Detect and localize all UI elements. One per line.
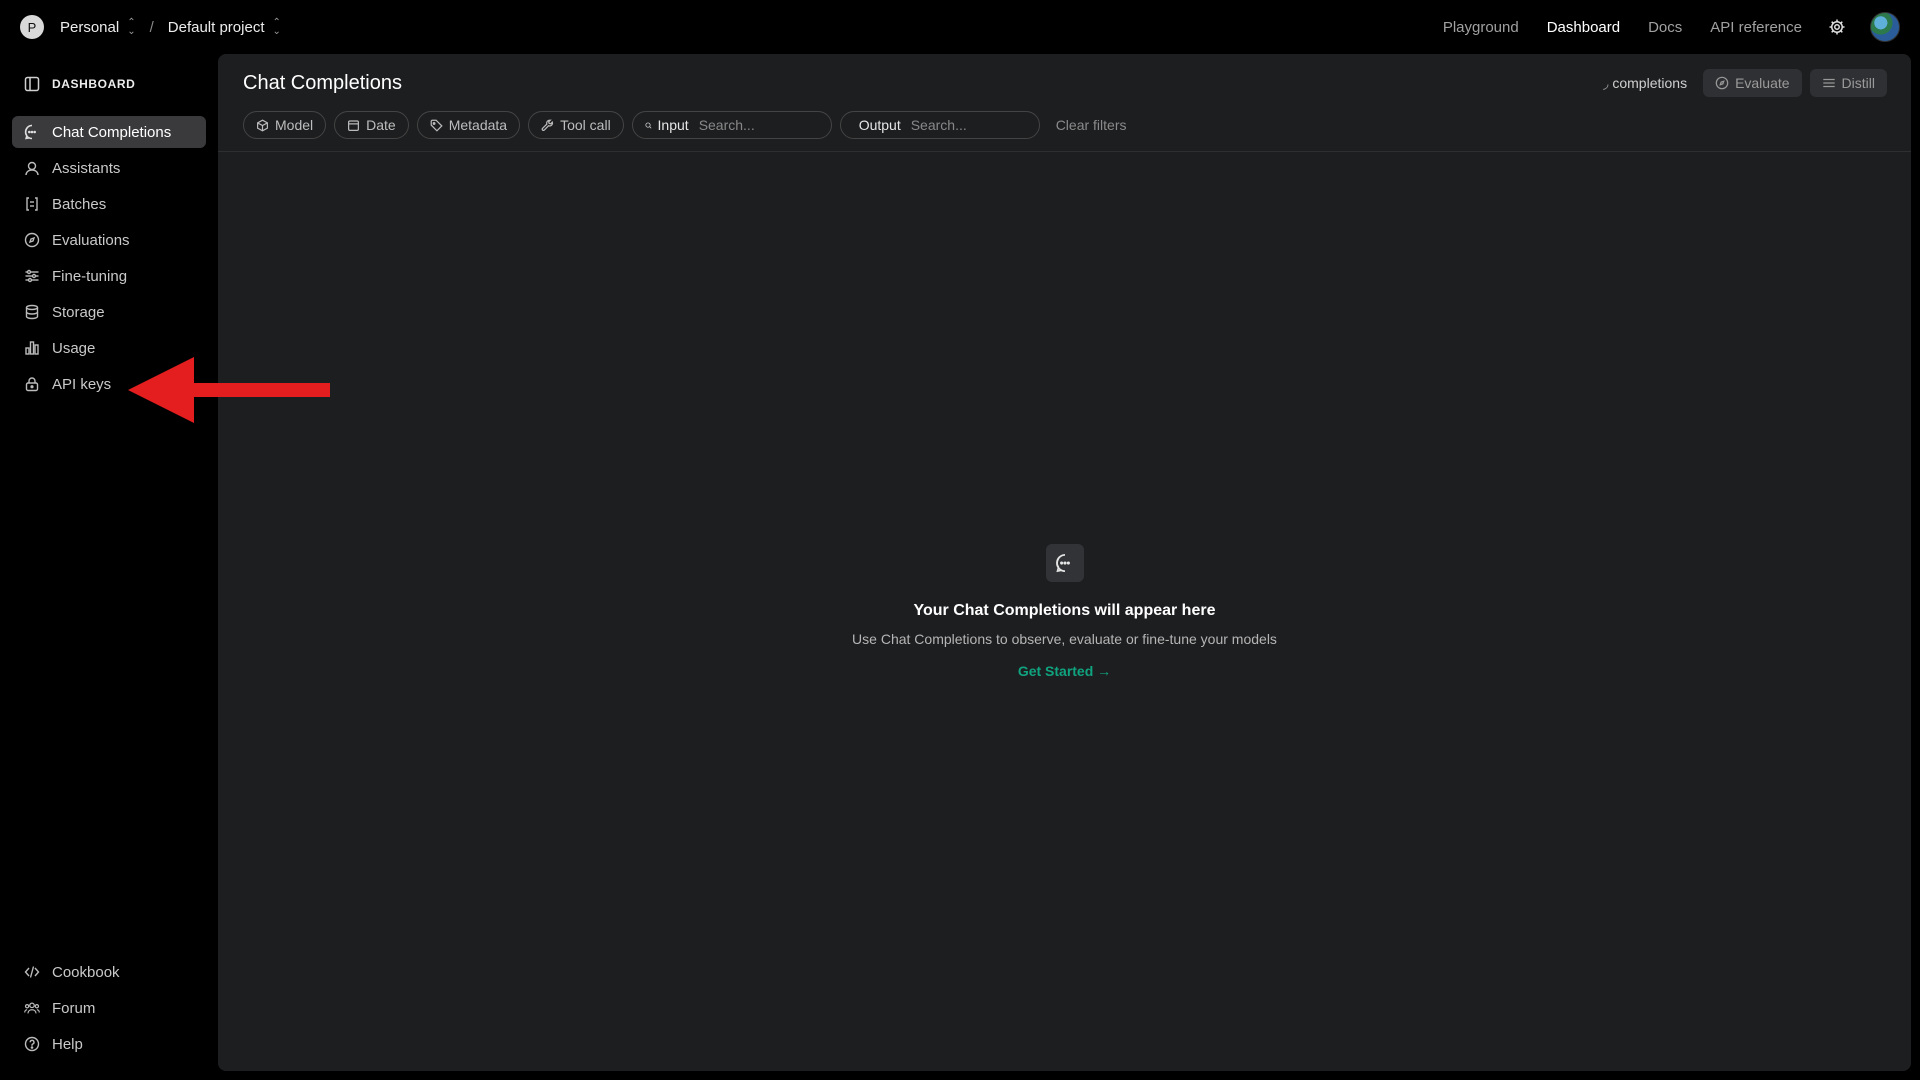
output-search[interactable]: Output — [839, 111, 1040, 139]
project-switcher[interactable]: Default project ⌃ ⌄ — [167, 17, 281, 37]
sidebar-item-storage[interactable]: Storage — [12, 296, 206, 328]
filter-label: Metadata — [448, 117, 508, 133]
evaluations-icon — [24, 232, 40, 248]
completions-label: completions — [1612, 74, 1688, 91]
sidebar-item-label: Forum — [52, 999, 96, 1017]
cube-icon — [257, 119, 268, 131]
breadcrumb-separator: / — [149, 18, 154, 36]
filter-tool-call[interactable]: Tool call — [528, 111, 624, 139]
user-avatar[interactable] — [1870, 12, 1900, 42]
completions-count: ◞ completions — [1603, 75, 1687, 92]
sidebar-item-label: Help — [52, 1035, 83, 1053]
sidebar-item-batches[interactable]: Batches — [12, 188, 206, 220]
get-started-link[interactable]: Get Started → — [1018, 663, 1111, 679]
sidebar-item-forum[interactable]: Forum — [12, 992, 206, 1024]
output-search-label: Output — [858, 117, 901, 133]
spinner-icon: ◞ — [1603, 74, 1609, 91]
nav-playground[interactable]: Playground — [1443, 19, 1519, 36]
gear-icon[interactable] — [1826, 16, 1848, 38]
sidebar-item-fine-tuning[interactable]: Fine-tuning — [12, 260, 206, 292]
main-panel: Chat Completions ◞ completions Evaluate … — [218, 54, 1911, 1071]
sidebar-item-evaluations[interactable]: Evaluations — [12, 224, 206, 256]
input-search[interactable]: Input — [631, 111, 832, 139]
sidebar-item-label: Assistants — [52, 159, 121, 177]
org-name: Personal — [60, 18, 120, 36]
input-search-field[interactable] — [698, 117, 819, 133]
sidebar-item-cookbook[interactable]: Cookbook — [12, 956, 206, 988]
sidebar-item-label: Fine-tuning — [52, 267, 128, 285]
filter-label: Date — [366, 117, 396, 133]
page-title: Chat Completions — [243, 72, 402, 94]
assistant-icon — [25, 161, 39, 176]
filter-date[interactable]: Date — [334, 111, 409, 139]
top-bar: P Personal ⌃ ⌄ / Default project ⌃ ⌄ Playg… — [0, 0, 1920, 54]
sidebar-item-label: Batches — [52, 195, 107, 213]
output-search-field[interactable] — [910, 117, 1031, 133]
input-search-label: Input — [657, 117, 689, 133]
nav-docs[interactable]: Docs — [1648, 19, 1682, 36]
sidebar-item-assistants[interactable]: Assistants — [12, 152, 206, 184]
filter-label: Tool call — [560, 117, 611, 133]
sidebar-item-label: Cookbook — [52, 963, 120, 981]
filter-metadata[interactable]: Metadata — [416, 111, 521, 139]
sidebar-item-help[interactable]: Help — [12, 1028, 206, 1060]
distill-label: Distill — [1841, 75, 1875, 91]
storage-icon — [25, 304, 39, 320]
help-icon — [24, 1036, 40, 1052]
empty-state-title: Your Chat Completions will appear here — [913, 602, 1216, 619]
chevron-updown-icon: ⌃ ⌄ — [127, 17, 136, 37]
nav-dashboard[interactable]: Dashboard — [1547, 19, 1620, 36]
sidebar-item-chat-completions[interactable]: Chat Completions — [12, 116, 206, 148]
nav-api-reference[interactable]: API reference — [1710, 19, 1802, 36]
distill-button[interactable]: Distill — [1809, 69, 1887, 97]
header-divider — [218, 151, 1911, 152]
filter-label: Model — [275, 117, 314, 133]
sidebar-header: DASHBOARD — [24, 76, 135, 92]
breadcrumb: P Personal ⌃ ⌄ / Default project ⌃ ⌄ — [20, 15, 281, 39]
clear-filters-button[interactable]: Clear filters — [1056, 117, 1127, 133]
top-nav: Playground Dashboard Docs API reference — [1443, 0, 1920, 54]
sidebar-item-label: Evaluations — [52, 231, 130, 249]
header-actions: ◞ completions Evaluate Distill — [1603, 69, 1887, 97]
sidebar-toggle-icon[interactable] — [24, 76, 40, 92]
tag-icon — [430, 119, 443, 132]
search-icon — [645, 122, 652, 129]
evaluate-label: Evaluate — [1735, 75, 1790, 91]
chat-icon — [24, 124, 36, 140]
sidebar-item-label: API keys — [52, 375, 112, 393]
lock-icon — [25, 377, 39, 392]
sidebar-header-label: DASHBOARD — [52, 77, 136, 91]
chat-icon — [1045, 544, 1084, 582]
sidebar: DASHBOARD Chat Completions Assistants Ba… — [0, 54, 218, 1080]
batches-icon — [26, 197, 38, 211]
evaluations-icon — [1715, 76, 1729, 90]
filter-model[interactable]: Model — [243, 111, 327, 139]
empty-state: Your Chat Completions will appear here U… — [218, 544, 1911, 681]
people-icon — [24, 1002, 40, 1014]
org-switcher[interactable]: P Personal ⌃ ⌄ — [20, 15, 136, 39]
chevron-updown-icon: ⌃ ⌄ — [272, 17, 281, 37]
sidebar-item-label: Usage — [52, 339, 96, 357]
calendar-icon — [348, 119, 360, 131]
distill-icon — [1822, 78, 1835, 88]
wrench-icon — [541, 119, 554, 131]
usage-icon — [25, 341, 39, 355]
code-icon — [24, 966, 40, 978]
filter-bar: Model Date Metadata Tool call Input Sear… — [243, 111, 1126, 139]
sidebar-item-label: Chat Completions — [52, 123, 172, 141]
evaluate-button[interactable]: Evaluate — [1703, 69, 1802, 97]
org-avatar: P — [20, 15, 44, 39]
empty-state-subtitle: Use Chat Completions to observe, evaluat… — [852, 631, 1277, 647]
annotation-arrow-icon — [128, 357, 330, 423]
sidebar-bottom-nav: Cookbook Forum Help — [12, 956, 206, 1064]
project-name: Default project — [167, 18, 265, 36]
sidebar-item-label: Storage — [52, 303, 105, 321]
fine-tuning-icon — [25, 269, 39, 283]
